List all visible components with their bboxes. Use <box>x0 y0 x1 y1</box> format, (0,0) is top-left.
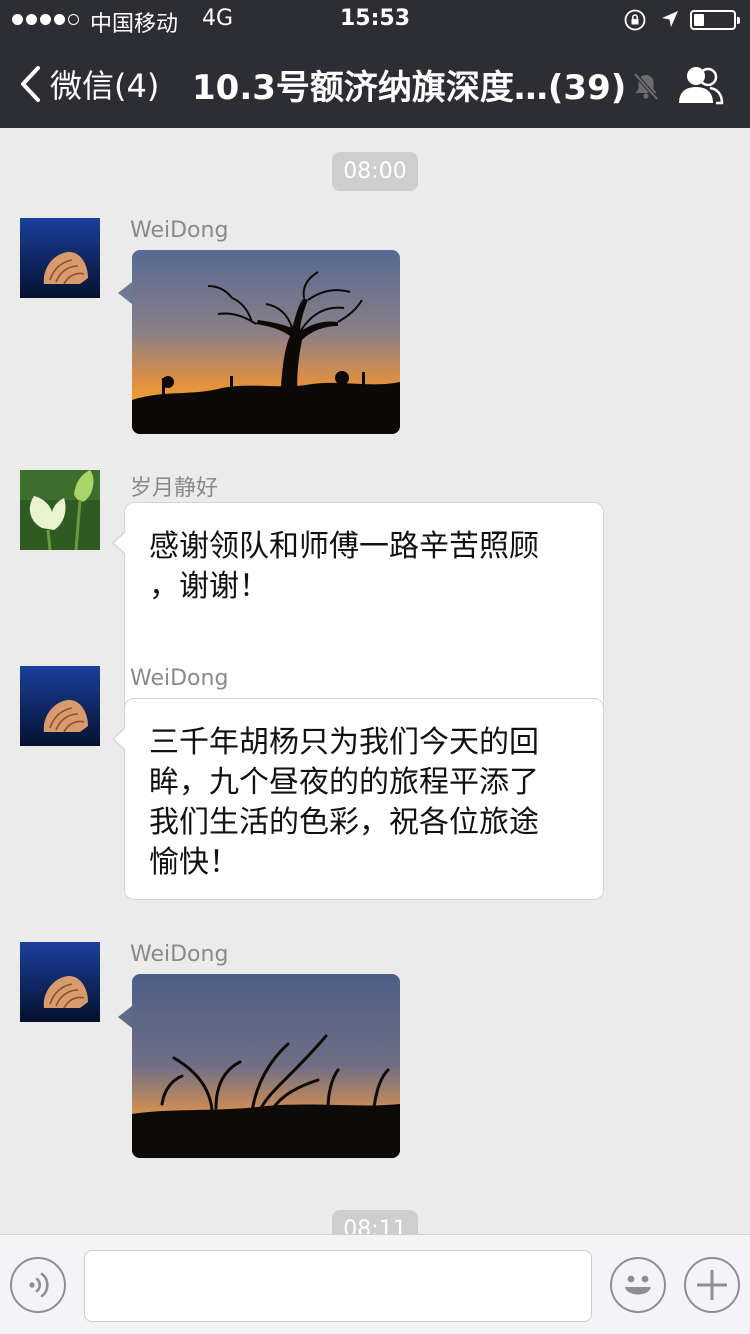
sender-name: WeiDong <box>130 942 229 967</box>
plus-icon <box>697 1270 727 1300</box>
sender-name: WeiDong <box>130 218 229 243</box>
status-bar: 中国移动 4G 15:53 <box>0 0 750 40</box>
voice-icon <box>29 1272 49 1298</box>
timestamp: 08:00 <box>0 152 750 191</box>
image-message-tree[interactable] <box>132 250 400 434</box>
mute-bell-icon <box>633 72 659 101</box>
image-message-trees[interactable] <box>132 974 400 1158</box>
avatar-weidong[interactable] <box>20 666 100 746</box>
voice-button[interactable] <box>10 1257 66 1313</box>
top-bar: 中国移动 4G 15:53 微信(4) 10.3号额济纳旗深度…(39) <box>0 0 750 128</box>
sender-name: 岁月静好 <box>130 476 219 501</box>
back-button[interactable]: 微信(4) <box>18 62 159 106</box>
contacts-icon[interactable] <box>676 64 724 106</box>
bubble-tail <box>118 282 132 304</box>
emoji-icon <box>625 1275 651 1295</box>
battery-icon <box>690 10 740 30</box>
orientation-lock-icon <box>624 9 646 31</box>
message-line: 三千年胡杨只为我们今天的回 <box>149 725 539 760</box>
message-line: 眸，九个昼夜的的旅程平添了 <box>149 765 539 800</box>
emoji-button[interactable] <box>610 1257 666 1313</box>
chat-title: 10.3号额济纳旗深度…(39) <box>192 67 627 108</box>
more-button[interactable] <box>684 1257 740 1313</box>
timestamp-label: 08:00 <box>332 152 418 191</box>
timestamp-label: 08:11 <box>332 1210 418 1234</box>
message-line: 感谢领队和师傅一路辛苦照顾 <box>149 529 539 564</box>
back-label: 微信(4) <box>50 67 160 105</box>
message-line: ，谢谢！ <box>149 569 269 604</box>
tree-sunset-photo <box>132 250 400 434</box>
avatar-suiyue[interactable] <box>20 470 100 550</box>
sender-name: WeiDong <box>130 666 229 691</box>
message-input-bar <box>0 1234 750 1334</box>
timestamp: 08:11 <box>0 1210 750 1234</box>
shell-avatar-icon <box>20 942 100 1022</box>
avatar-weidong[interactable] <box>20 218 100 298</box>
bubble-tail <box>118 1006 132 1028</box>
avatar-weidong[interactable] <box>20 942 100 1022</box>
lotus-avatar-icon <box>20 470 100 550</box>
message-text-input[interactable] <box>84 1250 592 1322</box>
message-line: 我们生活的色彩，祝各位旅途 <box>149 805 539 840</box>
message-line: 愉快！ <box>149 845 239 880</box>
dusk-trees-photo <box>132 974 400 1158</box>
chat-area[interactable]: 08:00 WeiDong 岁月静好 感谢领队和师傅一路辛苦照顾 ，谢谢！ We… <box>0 128 750 1234</box>
text-message-bubble[interactable]: 三千年胡杨只为我们今天的回 眸，九个昼夜的的旅程平添了 我们生活的色彩，祝各位旅… <box>112 698 604 900</box>
shell-avatar-icon <box>20 666 100 746</box>
shell-avatar-icon <box>20 218 100 298</box>
location-arrow-icon <box>662 11 678 27</box>
back-chevron-icon <box>21 66 40 102</box>
